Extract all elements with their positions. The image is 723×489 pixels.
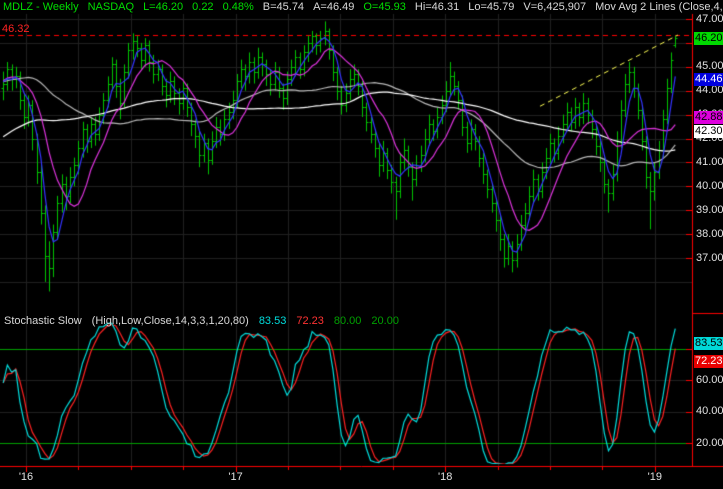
price-axis-badge: 42.30 — [694, 124, 723, 138]
volume-label: V=6,425,907 — [523, 1, 587, 13]
last-price: L=46.20 — [143, 1, 184, 13]
stoch-axis-badge: 72.23 — [694, 354, 723, 368]
stoch-tick-label: 60.00 — [696, 373, 723, 386]
exchange-label: NASDAQ — [87, 1, 135, 13]
stoch-tick-label: 20.00 — [696, 436, 723, 449]
high-label: Hi=46.31 — [414, 1, 460, 13]
chart-canvas[interactable] — [0, 0, 723, 489]
price-tick-label: 37.00 — [696, 251, 723, 264]
stoch-tick-label: 40.00 — [696, 405, 723, 418]
stochastic-title: Stochastic Slow — [4, 315, 82, 327]
price-tick-label: 47.00 — [696, 12, 723, 25]
year-label: '16 — [18, 471, 34, 483]
stochastic-params: (High,Low,Close,14,3,3,1,20,80) — [91, 315, 249, 327]
year-label: '18 — [438, 471, 453, 483]
chart-window: MDLZ - Weekly NASDAQ L=46.20 0.22 0.48% … — [0, 0, 723, 489]
price-tick-label: 38.00 — [696, 227, 723, 240]
price-change-pct: 0.48% — [222, 1, 254, 13]
price-tick-label: 39.00 — [696, 203, 723, 216]
price-axis-badge: 46.20 — [694, 31, 723, 45]
price-tick-label: 40.00 — [696, 179, 723, 192]
open-label: O=45.93 — [363, 1, 406, 13]
chart-header: MDLZ - Weekly NASDAQ L=46.20 0.22 0.48% … — [3, 1, 723, 14]
year-label: '19 — [647, 471, 662, 483]
stochastic-d-value: 72.23 — [296, 315, 324, 327]
bid-label: B=45.74 — [262, 1, 305, 13]
stochastic-upper-band-value: 80.00 — [333, 315, 362, 327]
symbol-timeframe: MDLZ - Weekly — [3, 1, 79, 13]
stochastic-lower-band-value: 20.00 — [371, 315, 399, 327]
price-axis-badge: 44.46 — [694, 73, 723, 87]
price-tick-label: 45.00 — [696, 60, 723, 73]
year-label: '17 — [228, 471, 243, 483]
ask-label: A=46.49 — [313, 1, 355, 13]
stochastic-k-value: 83.53 — [258, 315, 287, 327]
low-label: Lo=45.79 — [468, 1, 515, 13]
price-tick-label: 41.00 — [696, 155, 723, 168]
price-change: 0.22 — [192, 1, 214, 13]
stoch-axis-badge: 83.53 — [694, 336, 723, 350]
price-axis-badge: 42.88 — [694, 110, 723, 124]
stochastic-header: Stochastic Slow (High,Low,Close,14,3,3,1… — [4, 315, 399, 328]
alert-price-label[interactable]: 46.32 — [2, 23, 30, 35]
indicator-label: Mov Avg 2 Lines (Close,4, … — [595, 1, 723, 13]
